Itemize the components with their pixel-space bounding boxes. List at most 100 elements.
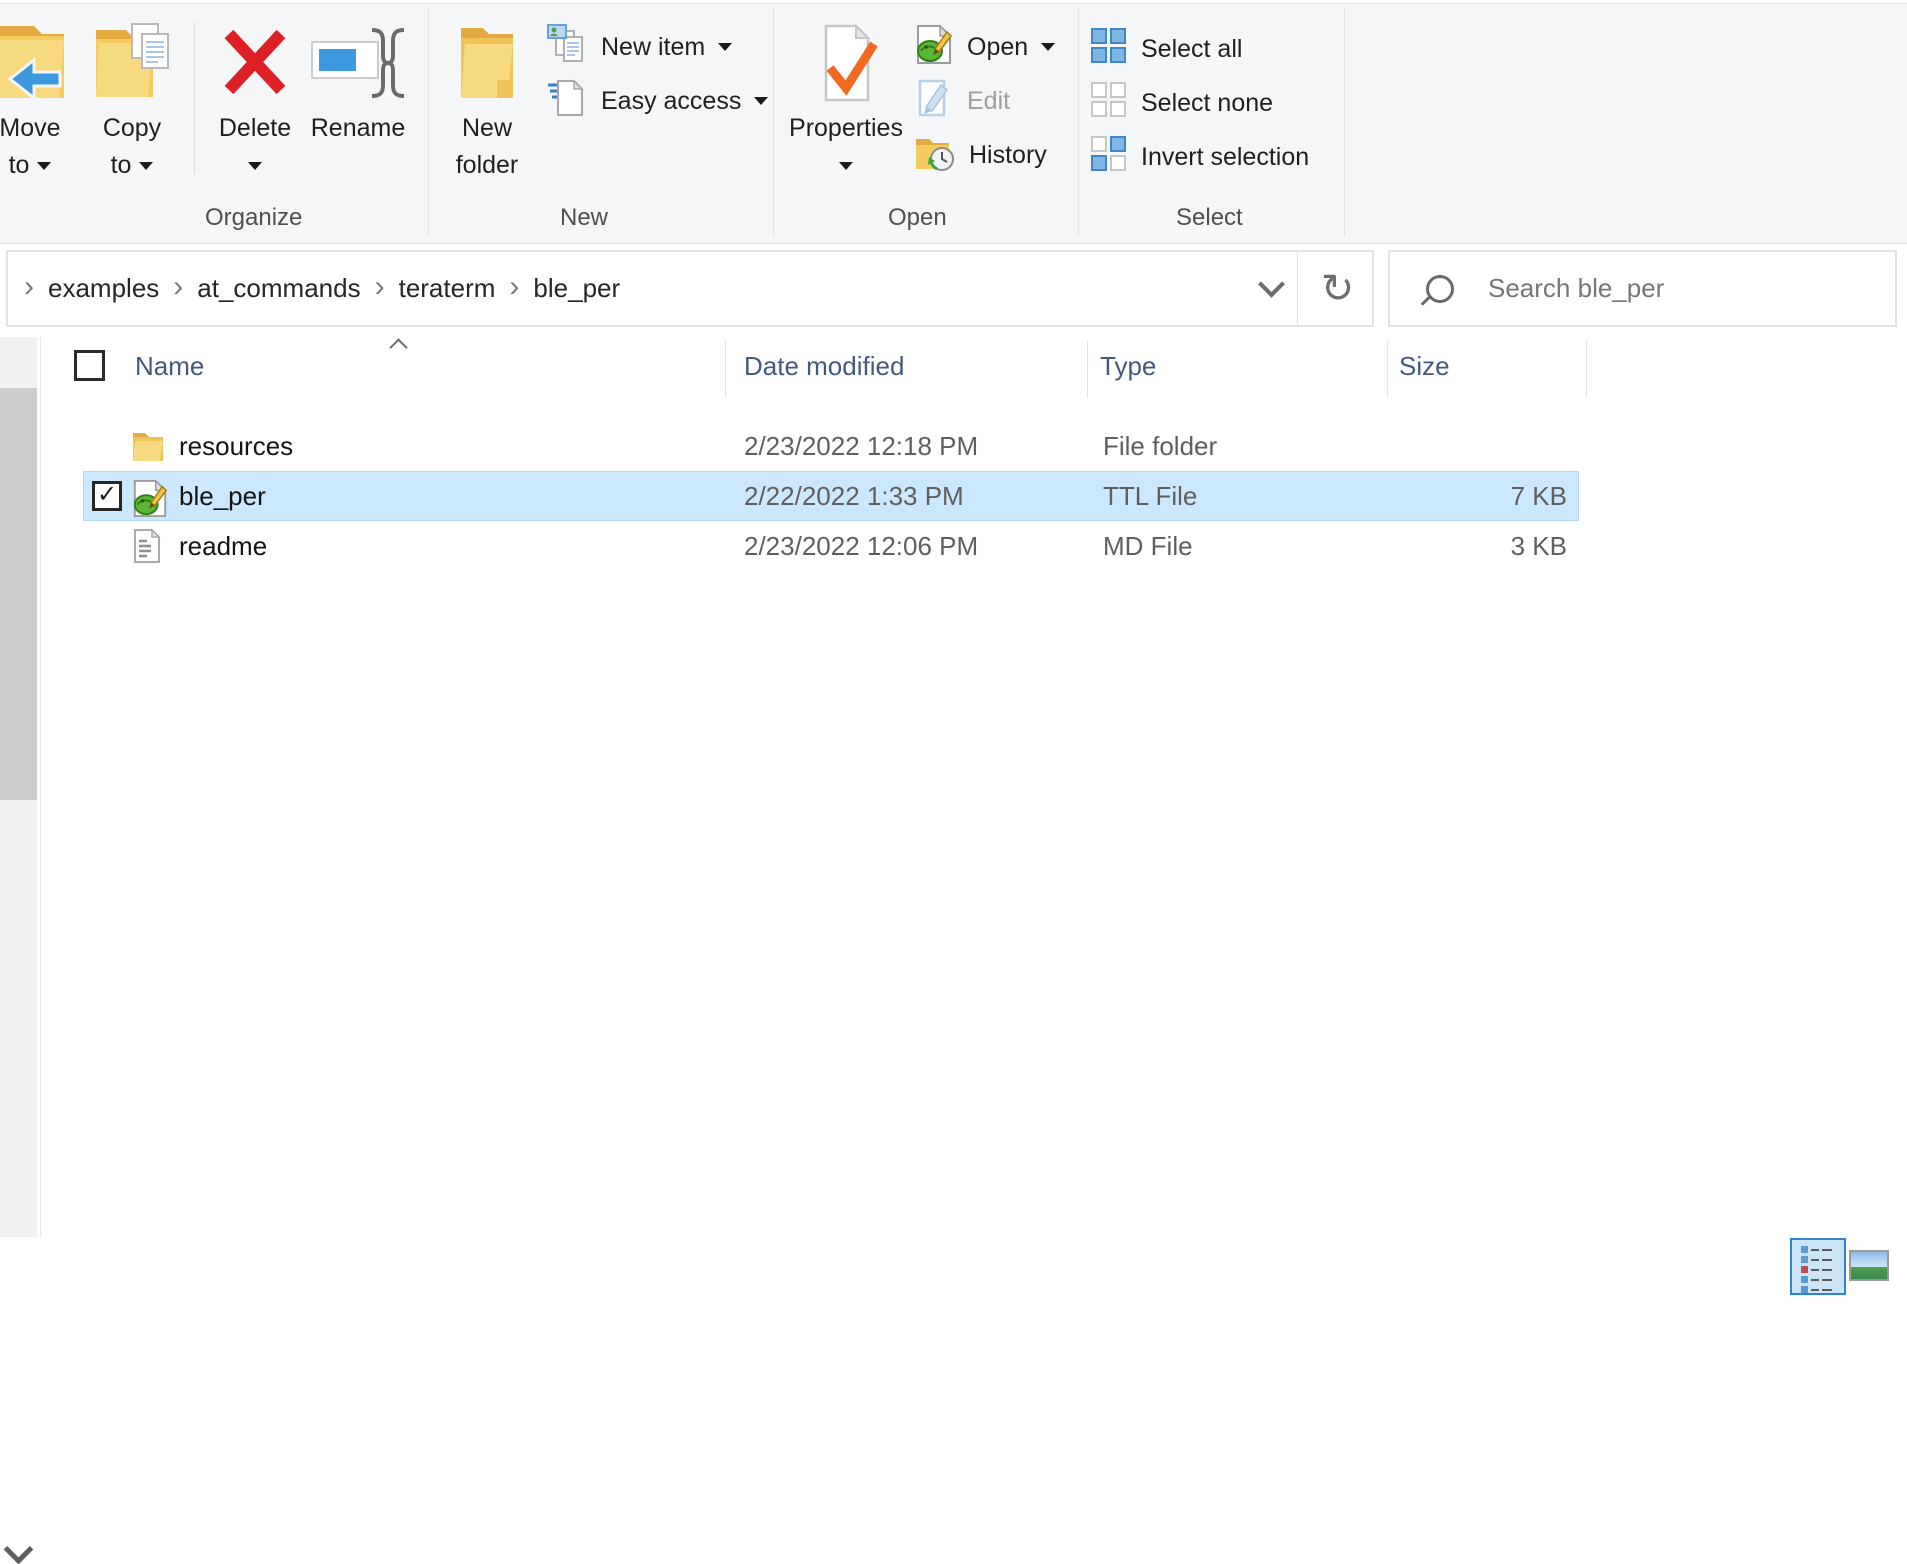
scroll-down-arrow-icon[interactable] bbox=[4, 1535, 34, 1564]
move-to-button[interactable]: Move to bbox=[0, 22, 76, 184]
check-mark-icon: ✓ bbox=[97, 483, 117, 507]
history-icon bbox=[914, 131, 956, 180]
folder-icon bbox=[131, 428, 167, 464]
delete-label: Delete bbox=[219, 114, 291, 142]
organize-inner-divider bbox=[194, 22, 195, 174]
invert-selection-button[interactable]: Invert selection bbox=[1090, 132, 1309, 182]
invert-selection-icon bbox=[1090, 135, 1128, 180]
header-checkbox[interactable] bbox=[74, 350, 105, 381]
file-date-modified: 2/23/2022 12:18 PM bbox=[744, 421, 978, 471]
new-item-label: New item bbox=[601, 33, 705, 62]
column-divider[interactable] bbox=[1586, 341, 1587, 398]
column-header-date-modified[interactable]: Date modified bbox=[744, 351, 904, 382]
teraterm-app-icon bbox=[914, 23, 954, 72]
row-checkbox[interactable]: ✓ bbox=[92, 481, 122, 511]
chevron-down-icon bbox=[1258, 271, 1285, 298]
move-to-label-1: Move bbox=[0, 114, 61, 142]
copy-to-label-1: Copy bbox=[103, 114, 161, 142]
file-row-readme[interactable]: readme2/23/2022 12:06 PMMD File3 KB bbox=[0, 521, 1907, 571]
edit-icon bbox=[914, 77, 954, 126]
easy-access-label: Easy access bbox=[601, 87, 741, 116]
breadcrumb-item-teraterm[interactable]: teraterm bbox=[399, 273, 496, 304]
group-divider bbox=[1078, 8, 1079, 236]
sort-ascending-icon bbox=[389, 338, 407, 356]
history-button[interactable]: History bbox=[914, 130, 1047, 180]
address-dropdown-button[interactable] bbox=[1246, 252, 1296, 325]
file-date-modified: 2/22/2022 1:33 PM bbox=[744, 471, 964, 521]
breadcrumb-chevron-icon: › bbox=[375, 270, 385, 304]
select-none-icon bbox=[1090, 81, 1128, 126]
select-all-label: Select all bbox=[1141, 35, 1242, 64]
file-type: TTL File bbox=[1103, 471, 1197, 521]
edit-button[interactable]: Edit bbox=[914, 76, 1010, 126]
open-button[interactable]: Open bbox=[914, 22, 1055, 72]
easy-access-button[interactable]: Easy access bbox=[546, 76, 768, 126]
new-item-button[interactable]: New item bbox=[546, 22, 732, 72]
file-name[interactable]: readme bbox=[179, 521, 267, 571]
new-group-label: New bbox=[560, 204, 608, 232]
thumbnail-view-button[interactable] bbox=[1849, 1250, 1889, 1281]
history-label: History bbox=[969, 141, 1047, 170]
address-bar-divider bbox=[1297, 252, 1298, 325]
breadcrumb-chevron-icon: › bbox=[509, 270, 519, 304]
ribbon-toolbar: Move to Copy to bbox=[0, 4, 1907, 244]
properties-dropdown-caret bbox=[839, 162, 853, 170]
column-header-name[interactable]: Name bbox=[135, 351, 204, 382]
properties-icon bbox=[786, 22, 906, 110]
move-to-label-2: to bbox=[9, 151, 30, 179]
breadcrumb: ›examples›at_commands›teraterm›ble_per bbox=[10, 252, 620, 325]
column-divider[interactable] bbox=[1387, 341, 1388, 398]
group-divider bbox=[428, 8, 429, 236]
delete-icon bbox=[211, 22, 299, 110]
select-group-label: Select bbox=[1176, 204, 1243, 232]
search-icon bbox=[1426, 275, 1454, 303]
select-all-button[interactable]: Select all bbox=[1090, 24, 1242, 74]
select-none-button[interactable]: Select none bbox=[1090, 78, 1273, 128]
copy-to-icon bbox=[86, 22, 178, 110]
file-explorer-window: { "ribbon": { "organize_label": "Organiz… bbox=[0, 0, 1907, 1297]
delete-dropdown-caret bbox=[248, 162, 262, 170]
properties-button[interactable]: Properties bbox=[786, 22, 906, 184]
file-row-ble_per[interactable]: ✓ ble_per 2/22/2022 1:33 PM TTL File 7 KB bbox=[0, 471, 1907, 521]
details-view-icon bbox=[1801, 1246, 1844, 1293]
file-name[interactable]: ble_per bbox=[179, 471, 266, 521]
new-folder-label-1: New bbox=[462, 114, 512, 142]
new-folder-label-2: folder bbox=[456, 151, 519, 179]
new-folder-icon bbox=[440, 22, 534, 110]
new-item-icon bbox=[546, 23, 588, 72]
refresh-button[interactable]: ↻ bbox=[1301, 252, 1374, 325]
search-placeholder: Search ble_per bbox=[1488, 273, 1664, 304]
refresh-icon: ↻ bbox=[1321, 266, 1355, 312]
file-size: 7 KB bbox=[1380, 471, 1567, 521]
new-folder-button[interactable]: New folder bbox=[440, 22, 534, 184]
column-divider[interactable] bbox=[1087, 341, 1088, 398]
column-divider[interactable] bbox=[725, 341, 726, 398]
rename-button[interactable]: Rename bbox=[305, 22, 411, 147]
copy-to-button[interactable]: Copy to bbox=[86, 22, 178, 184]
new-item-dropdown-caret bbox=[718, 43, 732, 51]
column-header-size[interactable]: Size bbox=[1399, 351, 1450, 382]
organize-group-label: Organize bbox=[205, 204, 302, 232]
breadcrumb-item-examples[interactable]: examples bbox=[48, 273, 159, 304]
breadcrumb-item-ble_per[interactable]: ble_per bbox=[533, 273, 620, 304]
open-label: Open bbox=[967, 33, 1028, 62]
file-row-resources[interactable]: resources2/23/2022 12:18 PMFile folder bbox=[0, 421, 1907, 471]
delete-button[interactable]: Delete bbox=[211, 22, 299, 184]
teraterm-icon bbox=[131, 478, 167, 514]
open-group-label: Open bbox=[888, 204, 947, 232]
easy-access-dropdown-caret bbox=[754, 97, 768, 105]
column-header-type[interactable]: Type bbox=[1100, 351, 1156, 382]
invert-selection-label: Invert selection bbox=[1141, 143, 1309, 172]
breadcrumb-chevron-icon: › bbox=[173, 270, 183, 304]
breadcrumb-item-at_commands[interactable]: at_commands bbox=[197, 273, 360, 304]
rename-label: Rename bbox=[311, 114, 406, 142]
open-dropdown-caret bbox=[1041, 43, 1055, 51]
group-divider bbox=[1344, 8, 1345, 236]
file-date-modified: 2/23/2022 12:06 PM bbox=[744, 521, 978, 571]
properties-label: Properties bbox=[789, 114, 903, 142]
file-size: 3 KB bbox=[1380, 521, 1567, 571]
search-box[interactable]: Search ble_per bbox=[1388, 250, 1897, 327]
file-name[interactable]: resources bbox=[179, 421, 293, 471]
address-bar[interactable]: ›examples›at_commands›teraterm›ble_per ↻ bbox=[6, 250, 1374, 327]
details-view-button[interactable] bbox=[1790, 1238, 1846, 1295]
